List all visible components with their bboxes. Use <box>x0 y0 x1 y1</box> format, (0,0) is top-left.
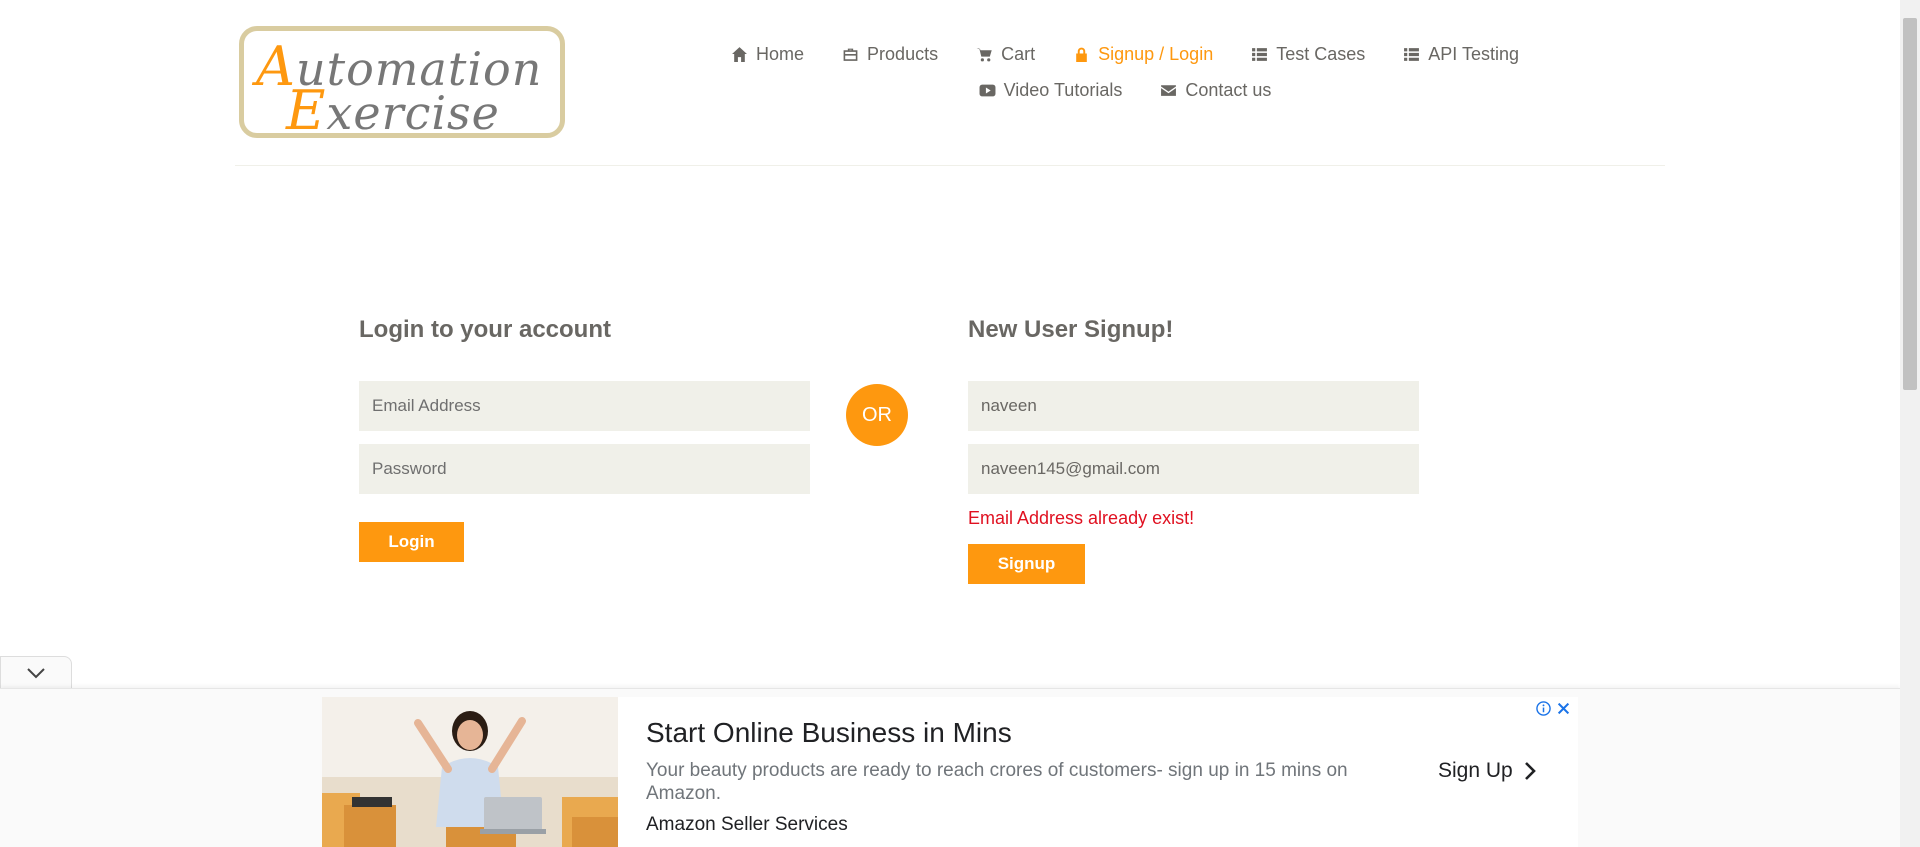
nav-test-cases[interactable]: Test Cases <box>1251 44 1365 65</box>
nav-cart[interactable]: Cart <box>976 44 1035 65</box>
lock-icon <box>1076 47 1087 62</box>
briefcase-icon <box>843 48 858 61</box>
nav-home[interactable]: Home <box>731 44 804 65</box>
signup-email-input[interactable] <box>968 444 1419 494</box>
nav-label: Products <box>867 43 939 64</box>
nav-signup-login[interactable]: Signup / Login <box>1073 44 1213 65</box>
envelope-icon <box>1161 84 1177 96</box>
login-title: Login to your account <box>359 316 611 343</box>
ad-source: Amazon Seller Services <box>646 814 848 835</box>
nav-label: Test Cases <box>1276 43 1366 64</box>
nav-label: Cart <box>1001 43 1036 64</box>
nav-label: Contact us <box>1185 79 1272 100</box>
list-icon <box>1404 47 1420 61</box>
login-email-input[interactable] <box>359 381 810 431</box>
ad-description: Your beauty products are ready to reach … <box>646 760 1348 804</box>
nav-label: Signup / Login <box>1098 43 1214 64</box>
signup-button[interactable]: Signup <box>968 544 1085 584</box>
chevron-down-icon <box>27 667 45 678</box>
scrollbar-thumb[interactable] <box>1903 18 1917 390</box>
nav-api-testing[interactable]: API Testing <box>1403 44 1519 65</box>
nav-products[interactable]: Products <box>842 44 938 65</box>
logo-cap-e: E <box>286 79 327 142</box>
ad-signup-button[interactable]: Sign Up <box>1438 759 1537 783</box>
signup-title: New User Signup! <box>968 316 1174 343</box>
ad-collapse-toggle[interactable] <box>0 656 72 688</box>
ad-cta-label: Sign Up <box>1438 759 1513 782</box>
login-password-input[interactable] <box>359 444 810 494</box>
ad-image <box>322 697 618 847</box>
nav-row-2: Video Tutorials Contact us <box>735 72 1515 108</box>
cart-icon <box>976 47 992 61</box>
nav-label: API Testing <box>1428 43 1519 64</box>
ad-title[interactable]: Start Online Business in Mins <box>646 717 1012 749</box>
chevron-right-icon <box>1524 762 1536 780</box>
site-logo[interactable]: Automation Exercise <box>239 26 565 142</box>
page-scrollbar[interactable] <box>1900 0 1920 847</box>
signup-name-input[interactable] <box>968 381 1419 431</box>
nav-video-tutorials[interactable]: Video Tutorials <box>979 79 1123 101</box>
login-button[interactable]: Login <box>359 522 464 562</box>
or-badge: OR <box>846 384 908 446</box>
nav-label: Home <box>756 43 805 64</box>
site-header: Automation Exercise Home Products Cart S… <box>235 0 1665 166</box>
ad-banner[interactable]: Start Online Business in Mins Your beaut… <box>322 697 1578 847</box>
ad-illustration <box>322 697 618 847</box>
ad-close-icon[interactable] <box>1557 702 1570 715</box>
nav-contact-us[interactable]: Contact us <box>1160 80 1271 101</box>
main-nav: Home Products Cart Signup / Login Test C… <box>732 36 1519 108</box>
ad-controls <box>1536 701 1570 716</box>
nav-row-1: Home Products Cart Signup / Login Test C… <box>732 36 1519 72</box>
nav-label: Video Tutorials <box>1003 79 1123 100</box>
ad-banner-bar: Start Online Business in Mins Your beaut… <box>0 688 1900 847</box>
logo-text-2: xercise <box>326 86 500 140</box>
signup-error-message: Email Address already exist! <box>968 508 1195 528</box>
youtube-play-icon <box>979 84 996 96</box>
list-icon <box>1252 47 1268 61</box>
ad-info-icon[interactable] <box>1536 701 1551 716</box>
home-icon <box>732 46 747 62</box>
